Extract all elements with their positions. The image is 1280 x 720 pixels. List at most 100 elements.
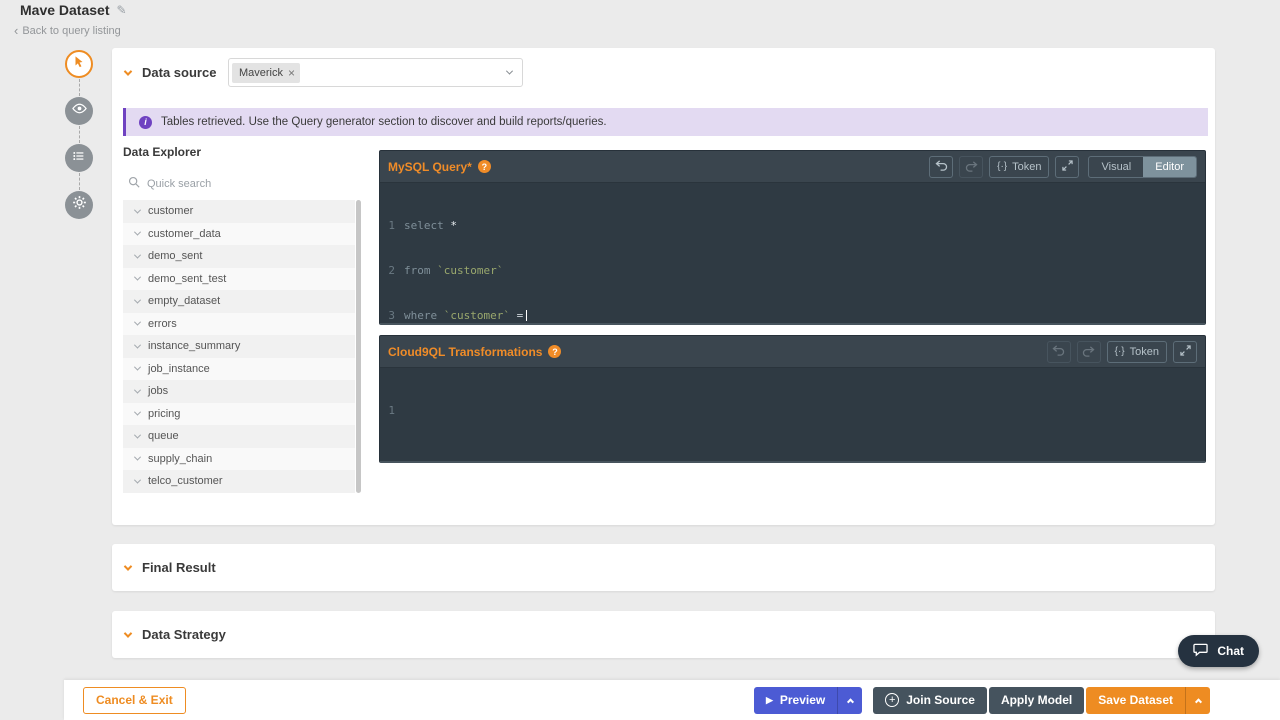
query-builder-card: Data source Maverick × i Tables retrieve… bbox=[112, 48, 1215, 525]
fullscreen-button[interactable] bbox=[1055, 155, 1080, 178]
toggle-visual[interactable]: Visual bbox=[1089, 157, 1143, 177]
redo-icon bbox=[965, 161, 978, 172]
preview-button[interactable]: ▶ Preview bbox=[753, 686, 838, 714]
visual-editor-toggle: Visual Editor bbox=[1088, 155, 1197, 178]
table-row-label: job_instance bbox=[148, 362, 210, 375]
collapse-chevron-icon[interactable] bbox=[123, 561, 133, 571]
row-chevron-icon[interactable] bbox=[133, 453, 142, 461]
stepper-connector bbox=[78, 126, 80, 143]
chat-button-label: Chat bbox=[1217, 644, 1244, 658]
edit-title-pencil-icon[interactable]: ✎ bbox=[117, 3, 127, 17]
token-button[interactable]: {·} Token bbox=[1106, 340, 1167, 363]
table-row-label: errors bbox=[148, 317, 177, 330]
table-row[interactable]: pricing bbox=[123, 402, 355, 425]
table-row-label: customer_data bbox=[148, 227, 221, 240]
remove-tag-icon[interactable]: × bbox=[288, 67, 295, 79]
table-row-label: pricing bbox=[148, 407, 181, 420]
table-row-label: queue bbox=[148, 430, 179, 443]
step-fields[interactable] bbox=[65, 144, 93, 172]
code-keyword: where bbox=[404, 309, 438, 322]
datasource-select[interactable]: Maverick × bbox=[228, 58, 523, 87]
row-chevron-icon[interactable] bbox=[133, 296, 142, 304]
code-line: 1 bbox=[380, 403, 1205, 418]
back-chevron-icon: ‹ bbox=[14, 23, 19, 38]
toggle-editor[interactable]: Editor bbox=[1143, 156, 1196, 177]
table-row[interactable]: job_instance bbox=[123, 357, 355, 380]
preview-options-button[interactable] bbox=[837, 686, 863, 714]
play-icon: ▶ bbox=[765, 694, 773, 705]
info-banner-text: Tables retrieved. Use the Query generato… bbox=[161, 116, 607, 128]
join-source-button[interactable]: + Join Source bbox=[873, 686, 987, 714]
gear-icon bbox=[72, 195, 87, 215]
apply-model-button[interactable]: Apply Model bbox=[988, 686, 1085, 714]
page-header: Mave Dataset ✎ bbox=[20, 2, 127, 18]
quick-search-input[interactable] bbox=[147, 178, 327, 190]
table-row-label: instance_summary bbox=[148, 340, 241, 353]
table-row[interactable]: empty_dataset bbox=[123, 290, 355, 313]
preview-split-button: ▶ Preview bbox=[753, 686, 863, 714]
table-row-label: customer bbox=[148, 205, 194, 218]
mysql-code-area[interactable]: 1 select * 2 from `customer` 3 where `custo… bbox=[380, 183, 1205, 323]
cloud9ql-code-area[interactable]: 1 bbox=[380, 368, 1205, 448]
datasource-tag-label: Maverick bbox=[239, 66, 284, 79]
save-options-button[interactable] bbox=[1185, 686, 1210, 714]
save-split-button: Save Dataset bbox=[1086, 686, 1210, 714]
help-icon[interactable]: ? bbox=[477, 160, 491, 173]
select-chevron-icon bbox=[505, 67, 514, 75]
table-row[interactable]: customer bbox=[123, 200, 355, 223]
mysql-query-editor: MySQL Query* ? {·} Token Visual Editor 1… bbox=[379, 150, 1206, 325]
row-chevron-icon[interactable] bbox=[133, 408, 142, 416]
token-button-label: Token bbox=[1012, 160, 1042, 173]
step-preview[interactable] bbox=[65, 97, 93, 125]
redo-button[interactable] bbox=[959, 155, 984, 178]
row-chevron-icon[interactable] bbox=[133, 363, 142, 371]
redo-button[interactable] bbox=[1076, 340, 1101, 363]
table-row[interactable]: demo_sent_test bbox=[123, 267, 355, 290]
cloud9ql-editor-title: Cloud9QL Transformations bbox=[388, 344, 543, 359]
app-root: Mave Dataset ✎ ‹ Back to query listing D… bbox=[0, 0, 1280, 720]
table-row[interactable]: telco_customer bbox=[123, 470, 355, 493]
table-row[interactable]: instance_summary bbox=[123, 335, 355, 358]
row-chevron-icon[interactable] bbox=[133, 386, 142, 394]
undo-button[interactable] bbox=[929, 155, 954, 178]
code-keyword: from bbox=[404, 264, 431, 277]
table-row[interactable]: supply_chain bbox=[123, 447, 355, 470]
table-row[interactable]: jobs bbox=[123, 380, 355, 403]
table-row-label: demo_sent bbox=[148, 250, 203, 263]
row-chevron-icon[interactable] bbox=[133, 431, 142, 439]
collapse-chevron-icon[interactable] bbox=[123, 628, 133, 638]
table-row[interactable]: errors bbox=[123, 312, 355, 335]
table-row[interactable]: queue bbox=[123, 425, 355, 448]
cancel-exit-button[interactable]: Cancel & Exit bbox=[83, 686, 186, 714]
row-chevron-icon[interactable] bbox=[133, 273, 142, 281]
table-row-label: empty_dataset bbox=[148, 295, 221, 308]
collapse-chevron-icon[interactable] bbox=[123, 66, 133, 76]
row-chevron-icon[interactable] bbox=[133, 341, 142, 349]
code-line: 1 select * bbox=[380, 218, 1205, 233]
pointer-icon bbox=[72, 55, 86, 74]
chevron-up-icon bbox=[1194, 697, 1202, 705]
row-chevron-icon[interactable] bbox=[133, 251, 142, 259]
row-chevron-icon[interactable] bbox=[133, 318, 142, 326]
save-dataset-button[interactable]: Save Dataset bbox=[1086, 686, 1185, 714]
help-icon[interactable]: ? bbox=[548, 345, 562, 358]
info-banner: i Tables retrieved. Use the Query genera… bbox=[123, 108, 1208, 136]
row-chevron-icon[interactable] bbox=[133, 476, 142, 484]
row-chevron-icon[interactable] bbox=[133, 206, 142, 214]
table-list-scrollbar[interactable] bbox=[356, 200, 361, 493]
fullscreen-button[interactable] bbox=[1173, 340, 1197, 363]
step-data-source[interactable] bbox=[65, 50, 93, 78]
stepper-connector bbox=[78, 173, 80, 190]
code-string: `customer` bbox=[430, 264, 504, 277]
table-row[interactable]: demo_sent bbox=[123, 245, 355, 268]
token-button[interactable]: {·} Token bbox=[989, 155, 1050, 178]
undo-button[interactable] bbox=[1046, 340, 1071, 363]
line-number: 1 bbox=[388, 219, 395, 232]
table-row[interactable]: customer_data bbox=[123, 222, 355, 245]
code-line: 3 where `customer` = bbox=[380, 308, 1205, 323]
step-settings[interactable] bbox=[65, 191, 93, 219]
chat-button[interactable]: Chat bbox=[1178, 635, 1259, 667]
cloud9ql-editor-header: Cloud9QL Transformations ? {·} Token bbox=[380, 336, 1205, 368]
back-link[interactable]: ‹ Back to query listing bbox=[14, 24, 121, 37]
row-chevron-icon[interactable] bbox=[133, 228, 142, 236]
